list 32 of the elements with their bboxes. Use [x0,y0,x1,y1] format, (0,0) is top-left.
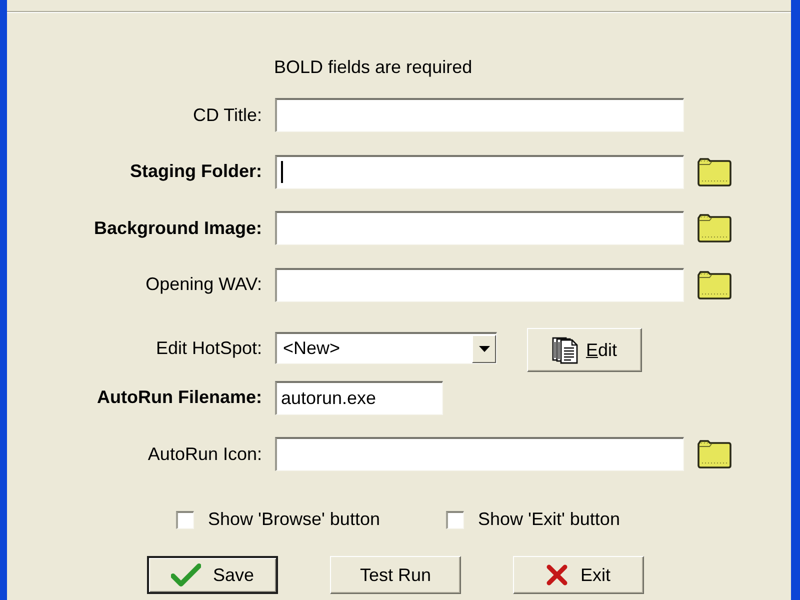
field-label: Edit HotSpot: [156,338,262,358]
save-button[interactable]: Save [147,556,278,594]
checkbox-label[interactable]: Show 'Browse' button [208,509,380,530]
text-field[interactable] [275,154,684,188]
field-label: CD Title: [192,104,262,126]
text-field[interactable] [275,211,684,245]
dropdown-field[interactable]: <New> [275,332,497,364]
folder-icon[interactable] [697,213,732,243]
folder-icon[interactable] [697,156,732,186]
checkbox[interactable] [176,510,194,528]
text-field[interactable] [275,98,684,132]
exit-button[interactable]: Exit [513,556,644,594]
field-label: AutoRun Filename: [97,387,262,408]
documents-icon [552,336,580,364]
caret-down-icon [478,346,490,352]
text-field[interactable] [275,268,684,302]
folder-icon[interactable] [697,439,732,469]
text-field[interactable] [275,437,684,471]
checkbox-label[interactable]: Show 'Exit' button [478,509,620,530]
field-label: AutoRun Icon: [148,444,262,464]
field-label: Staging Folder: [130,161,262,182]
required-fields-note: BOLD fields are required [274,57,472,77]
check-icon [170,563,201,587]
dropdown-button[interactable] [472,334,496,362]
edit-button[interactable]: Edit [527,328,642,372]
field-label: Background Image: [94,218,262,238]
field-label: Opening WAV: [146,274,262,295]
checkbox[interactable] [446,510,464,528]
test-run-button[interactable]: Test Run [330,556,461,594]
text-field[interactable]: autorun.exe [275,380,443,414]
folder-icon[interactable] [697,270,732,300]
cross-icon [546,564,568,586]
